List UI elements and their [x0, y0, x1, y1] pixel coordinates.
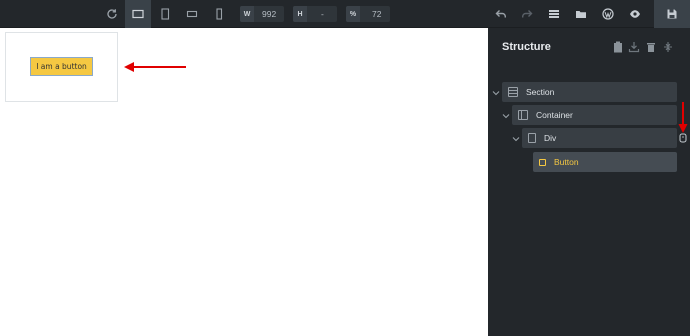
preview-eye-icon[interactable] [622, 0, 648, 28]
mobile-portrait-icon[interactable] [206, 0, 232, 28]
builder-canvas[interactable]: I am a button [0, 28, 488, 336]
redo-icon[interactable] [514, 0, 540, 28]
undo-icon[interactable] [488, 0, 514, 28]
div-icon [528, 133, 536, 143]
button-icon [539, 158, 546, 166]
zoom-value: 72 [372, 9, 382, 19]
trash-icon[interactable] [645, 41, 657, 53]
desktop-view-icon[interactable] [125, 0, 151, 28]
chevron-down-icon[interactable] [491, 88, 501, 98]
annotation-arrow-down [678, 102, 688, 143]
width-value: 992 [262, 9, 277, 19]
structure-item-section[interactable]: Section [502, 82, 677, 102]
height-label: H [293, 6, 307, 22]
structure-item-div[interactable]: Div [522, 128, 677, 148]
panel-title: Structure [502, 41, 551, 53]
refresh-icon[interactable] [99, 0, 125, 28]
canvas-button[interactable]: I am a button [30, 57, 93, 76]
save-button[interactable] [654, 0, 690, 28]
structure-item-container[interactable]: Container [512, 105, 677, 125]
collapse-icon[interactable] [662, 41, 674, 53]
section-icon [508, 87, 518, 97]
top-toolbar: W 992 H - % 72 [0, 0, 690, 28]
clipboard-icon[interactable] [612, 41, 624, 53]
zoom-field[interactable]: % 72 [346, 6, 390, 22]
structure-item-label: Container [536, 110, 573, 120]
structure-item-label: Button [554, 157, 579, 167]
folder-icon[interactable] [568, 0, 594, 28]
width-field[interactable]: W 992 [240, 6, 284, 22]
chevron-down-icon[interactable] [511, 134, 521, 144]
structure-item-button[interactable]: Button [533, 152, 677, 172]
tablet-portrait-icon[interactable] [152, 0, 178, 28]
structure-item-label: Section [526, 87, 555, 97]
save-icon [667, 9, 677, 19]
width-label: W [240, 6, 254, 22]
structure-item-label: Div [544, 133, 557, 143]
structure-panel: Structure Section Container Div Button [488, 28, 690, 336]
chevron-down-icon[interactable] [501, 111, 511, 121]
annotation-arrow-left [124, 62, 186, 72]
mobile-landscape-icon[interactable] [179, 0, 205, 28]
container-icon [518, 110, 528, 120]
zoom-label: % [346, 6, 360, 22]
height-value: - [321, 9, 324, 19]
download-icon[interactable] [628, 41, 640, 53]
height-field[interactable]: H - [293, 6, 337, 22]
structure-panel-icon[interactable] [541, 0, 567, 28]
wordpress-icon[interactable] [595, 0, 621, 28]
